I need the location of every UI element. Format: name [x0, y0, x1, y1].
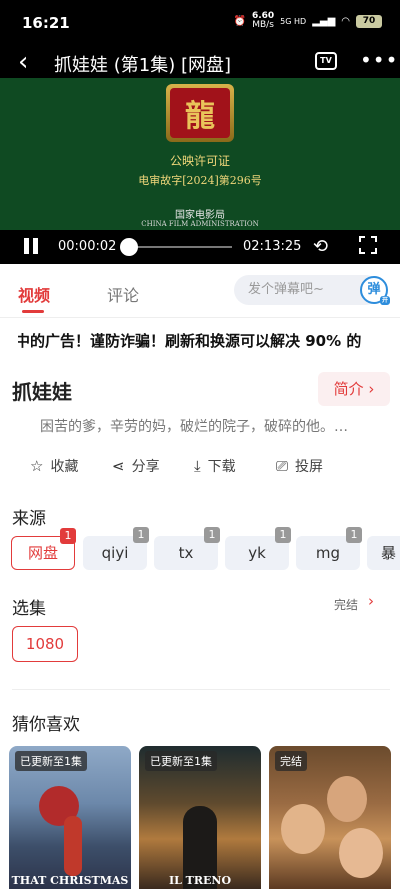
action-bar: ☆ 收藏 ⋖ 分享 ⤓ 下载 ⎚ 投屏: [0, 456, 400, 478]
status-time: 16:21: [22, 14, 70, 32]
update-tag: 已更新至1集: [145, 751, 217, 771]
chevron-right-icon[interactable]: ›: [368, 592, 374, 610]
danmu-button-state: 开: [379, 296, 390, 305]
network-type: 5G HD: [280, 16, 307, 26]
source-bao[interactable]: 暴: [367, 536, 400, 570]
download-label: 下载: [207, 459, 236, 475]
source-label: yk: [248, 544, 266, 562]
recommend-card[interactable]: 已更新至1集 IL TRENO: [139, 746, 261, 889]
recommend-heading: 猜你喜欢: [12, 715, 80, 735]
show-description: 困苦的爹，辛劳的妈，破烂的院子，破碎的他。…: [40, 419, 348, 435]
download-button[interactable]: ⤓ 下载: [194, 456, 236, 476]
player-title: 抓娃娃 (第1集) [网盘]: [54, 55, 231, 76]
tab-video[interactable]: 视频: [18, 282, 50, 306]
danmu-input[interactable]: 发个弹幕吧~: [234, 275, 380, 305]
source-count-badge: 1: [133, 527, 149, 543]
poster-art: [339, 828, 383, 878]
progress-knob[interactable]: [120, 238, 138, 256]
update-tag: 已更新至1集: [15, 751, 87, 771]
episodes-heading: 选集: [12, 599, 46, 619]
tab-active-indicator: [22, 310, 44, 313]
star-icon: ☆: [30, 457, 44, 475]
source-count-badge: 1: [204, 527, 220, 543]
sources-heading: 来源: [12, 509, 46, 529]
episode-item[interactable]: 1080: [12, 626, 78, 662]
alarm-icon: ⏰: [233, 15, 246, 27]
film-bureau-en: CHINA FILM ADMINISTRATION: [141, 220, 259, 228]
danmu-toggle-button[interactable]: 弹 开: [360, 276, 390, 305]
notice-marquee: 频中的广告！谨防诈骗！刷新和换源可以解决 90% 的: [18, 330, 384, 354]
content-tabs: 视频 评论 发个弹幕吧~ 弹 开: [0, 264, 400, 318]
recommend-card[interactable]: 已更新至1集 THAT CHRISTMAS: [9, 746, 131, 889]
license-number: 电审故字[2024]第296号: [138, 174, 262, 187]
recommend-card[interactable]: 完结: [269, 746, 391, 889]
player-top-bar: ‹ 抓娃娃 (第1集) [网盘] TV •••: [0, 46, 400, 78]
license-title: 公映许可证: [169, 154, 230, 168]
source-label: tx: [178, 544, 194, 562]
dragon-icon: 龍: [170, 88, 230, 138]
section-divider: [12, 689, 390, 690]
tv-cast-icon[interactable]: TV: [315, 52, 337, 70]
poster-art: [64, 816, 82, 876]
share-button[interactable]: ⋖ 分享: [112, 456, 160, 476]
player-controls: 00:00:02 02:13:25 ⟲: [0, 230, 400, 264]
source-count-badge: 1: [275, 527, 291, 543]
film-bureau: 国家电影局: [175, 210, 225, 221]
favorite-button[interactable]: ☆ 收藏: [30, 456, 78, 476]
signal-icon: ▂▄▆: [312, 15, 336, 27]
source-label: 暴: [381, 544, 397, 562]
poster-art: [327, 776, 367, 822]
source-mg[interactable]: mg 1: [296, 527, 362, 570]
back-arrow-icon[interactable]: ‹: [18, 48, 28, 76]
video-player[interactable]: ‹ 抓娃娃 (第1集) [网盘] TV ••• 龍 公映许可证 电审故字[202…: [0, 46, 400, 264]
fullscreen-icon[interactable]: [358, 235, 378, 255]
status-bar: 16:21 ⏰ 6.60 MB/s 5G HD ▂▄▆ ◠ 70: [0, 0, 400, 46]
cast-button[interactable]: ⎚ 投屏: [276, 456, 323, 476]
favorite-label: 收藏: [50, 459, 79, 475]
notice-text: 频中的广告！谨防诈骗！刷新和换源可以解决 90% 的: [18, 332, 362, 350]
source-yk[interactable]: yk 1: [225, 527, 291, 570]
intro-button[interactable]: 简介 ›: [318, 372, 390, 406]
download-icon: ⤓: [194, 457, 201, 475]
source-count-badge: 1: [346, 527, 362, 543]
battery-indicator: 70: [356, 14, 382, 28]
total-time: 02:13:25: [243, 239, 302, 254]
share-icon: ⋖: [112, 457, 125, 475]
poster-caption: THAT CHRISTMAS: [11, 874, 129, 887]
network-speed-unit: MB/s: [252, 20, 274, 30]
update-tag: 完结: [275, 751, 307, 771]
wifi-icon: ◠: [341, 15, 350, 27]
pause-icon[interactable]: [22, 238, 40, 254]
source-label: mg: [315, 544, 341, 562]
app-screen: 16:21 ⏰ 6.60 MB/s 5G HD ▂▄▆ ◠ 70 ‹ 抓娃娃 (…: [0, 0, 400, 889]
tab-comments[interactable]: 评论: [107, 282, 139, 306]
cast-label: 投屏: [295, 459, 324, 475]
poster-caption: IL TRENO: [168, 874, 232, 887]
dragon-logo: 龍: [166, 84, 234, 142]
status-indicators: ⏰ 6.60 MB/s 5G HD ▂▄▆ ◠ 70: [233, 12, 382, 30]
more-options-icon[interactable]: •••: [360, 48, 398, 72]
show-title: 抓娃娃: [12, 380, 72, 404]
episode-status[interactable]: 完结: [334, 596, 358, 613]
source-pan[interactable]: 网盘 1: [11, 528, 76, 570]
network-speed: 6.60 MB/s: [252, 12, 274, 30]
current-time: 00:00:02: [58, 239, 117, 254]
source-count-badge: 1: [60, 528, 76, 544]
cast-icon: ⎚: [276, 457, 289, 475]
share-label: 分享: [131, 459, 160, 475]
source-label: 网盘: [27, 544, 58, 562]
source-tx[interactable]: tx 1: [154, 527, 220, 570]
progress-track[interactable]: [128, 246, 232, 248]
danmu-button-label: 弹: [367, 282, 381, 297]
rotate-screen-icon[interactable]: ⟲: [313, 236, 328, 257]
source-label: qiyi: [101, 544, 129, 562]
poster-art: [281, 804, 325, 854]
source-qiyi[interactable]: qiyi 1: [83, 527, 149, 570]
